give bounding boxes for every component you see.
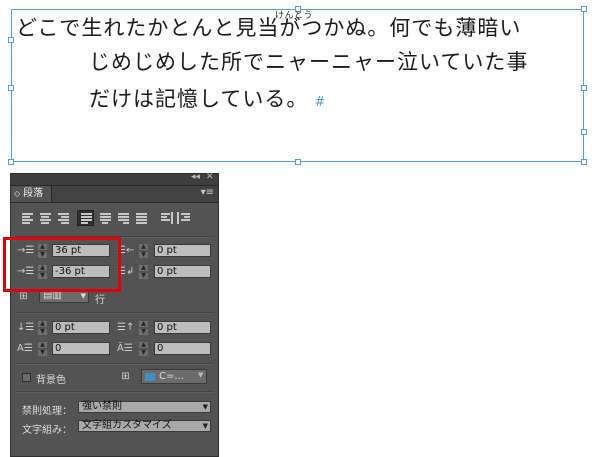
space-after-stepper[interactable]: ▲ ▼ — [139, 321, 148, 335]
last-line-right-indent-field[interactable]: 0 pt — [154, 265, 211, 278]
kinsoku-select[interactable]: 強い禁則 ▼ — [78, 401, 211, 413]
chevron-down-icon: ▼ — [80, 292, 86, 300]
mojikumi-label: 文字組み： — [22, 425, 72, 436]
shading-color-swatch — [145, 373, 155, 381]
drop-cap-chars-stepper[interactable]: ▲ ▼ — [139, 342, 148, 356]
tab-paragraph[interactable]: ◇ 段落 — [11, 186, 52, 202]
space-after-icon: ☰↑ — [117, 322, 135, 333]
drop-cap-lines-icon: A☰ — [17, 343, 33, 354]
right-indent-stepper[interactable]: ▲ ▼ — [139, 244, 148, 258]
tab-toggle-icon[interactable]: ◇ — [14, 189, 20, 198]
chevron-down-icon: ▼ — [202, 403, 208, 411]
close-icon[interactable]: ✕ — [206, 172, 214, 182]
text-line-2: じめじめした所でニャーニャー泣いていた事 — [89, 50, 529, 74]
panel-title-bar[interactable]: ◂◂ ✕ — [11, 172, 218, 186]
highlight-box — [3, 237, 121, 292]
right-indent-field[interactable]: 0 pt — [154, 244, 211, 257]
drop-cap-chars-icon: Ā☰ — [117, 343, 133, 354]
drop-cap-chars-field[interactable]: 0 — [154, 342, 211, 355]
chevron-down-icon: ▼ — [198, 371, 204, 379]
divider — [15, 391, 214, 393]
align-away-from-spine-button[interactable] — [176, 210, 193, 226]
align-center-button[interactable] — [37, 210, 54, 226]
text-line-1: どこで生れたかとんと見当がつかぬ。何でも薄暗い — [16, 16, 522, 40]
space-before-field[interactable]: 0 pt — [52, 321, 110, 334]
panel-tab-bar: ◇ 段落 ▾≡ — [11, 186, 218, 203]
drop-cap-lines-field[interactable]: 0 — [52, 342, 110, 355]
paragraph-end-mark: # — [314, 95, 326, 110]
frame-handle-bottom-right[interactable] — [581, 159, 587, 165]
frame-handle-top-left[interactable] — [8, 37, 14, 43]
mojikumi-value: 文字組カスタマイズ — [82, 420, 172, 431]
text-line-3: だけは記憶している。 — [89, 87, 309, 111]
frame-handle-right-mid2[interactable] — [581, 129, 587, 135]
justify-center-button[interactable] — [97, 210, 114, 226]
chevron-down-icon: ▼ — [202, 422, 208, 430]
shading-grid-icon: ⊞ — [121, 371, 130, 382]
justify-left-button[interactable] — [77, 210, 94, 226]
mojikumi-select[interactable]: 文字組カスタマイズ ▼ — [78, 420, 211, 432]
divider — [15, 363, 214, 365]
tab-paragraph-label: 段落 — [23, 188, 44, 199]
drop-cap-lines-stepper[interactable]: ▲ ▼ — [38, 342, 47, 356]
frame-handle-middle-left[interactable] — [8, 85, 14, 91]
divider — [15, 312, 214, 314]
shading-checkbox[interactable] — [22, 373, 31, 382]
collapse-icon[interactable]: ◂◂ — [191, 172, 200, 182]
align-right-button[interactable] — [55, 210, 72, 226]
frame-handle-bottom-left[interactable] — [8, 159, 14, 165]
space-before-icon: ↓☰ — [17, 322, 35, 333]
align-towards-spine-button[interactable] — [158, 210, 175, 226]
text-line-3-wrap: だけは記憶している。 # — [89, 83, 325, 113]
shading-color-label: C=... — [159, 371, 184, 382]
paragraph-panel: ◂◂ ✕ ◇ 段落 ▾≡ →☰ ▲ ▼ 36 pt ☰← ▲ ▼ 0 pt →☰ ▲ ▼… — [10, 172, 219, 457]
shading-color-select[interactable]: C=... ▼ — [141, 369, 207, 384]
frame-handle-bottom-center[interactable] — [295, 159, 301, 165]
frame-handle-top-right[interactable] — [581, 6, 587, 12]
panel-menu-icon[interactable]: ▾≡ — [201, 187, 214, 198]
text-frame[interactable]: けんとう どこで生れたかとんと見当がつかぬ。何でも薄暗い じめじめした所でニャー… — [8, 6, 587, 165]
align-left-button[interactable] — [19, 210, 36, 226]
shading-label: 背景色 — [36, 375, 66, 386]
space-after-field[interactable]: 0 pt — [154, 321, 211, 334]
frame-handle-middle-right[interactable] — [581, 85, 587, 91]
kinsoku-value: 強い禁則 — [82, 401, 122, 412]
kinsoku-label: 禁則処理： — [22, 406, 72, 417]
justify-right-button[interactable] — [115, 210, 132, 226]
space-before-stepper[interactable]: ▲ ▼ — [38, 321, 47, 335]
grid-unit-label: 行 — [95, 295, 105, 306]
last-line-right-indent-stepper[interactable]: ▲ ▼ — [139, 265, 148, 279]
justify-all-button[interactable] — [133, 210, 150, 226]
